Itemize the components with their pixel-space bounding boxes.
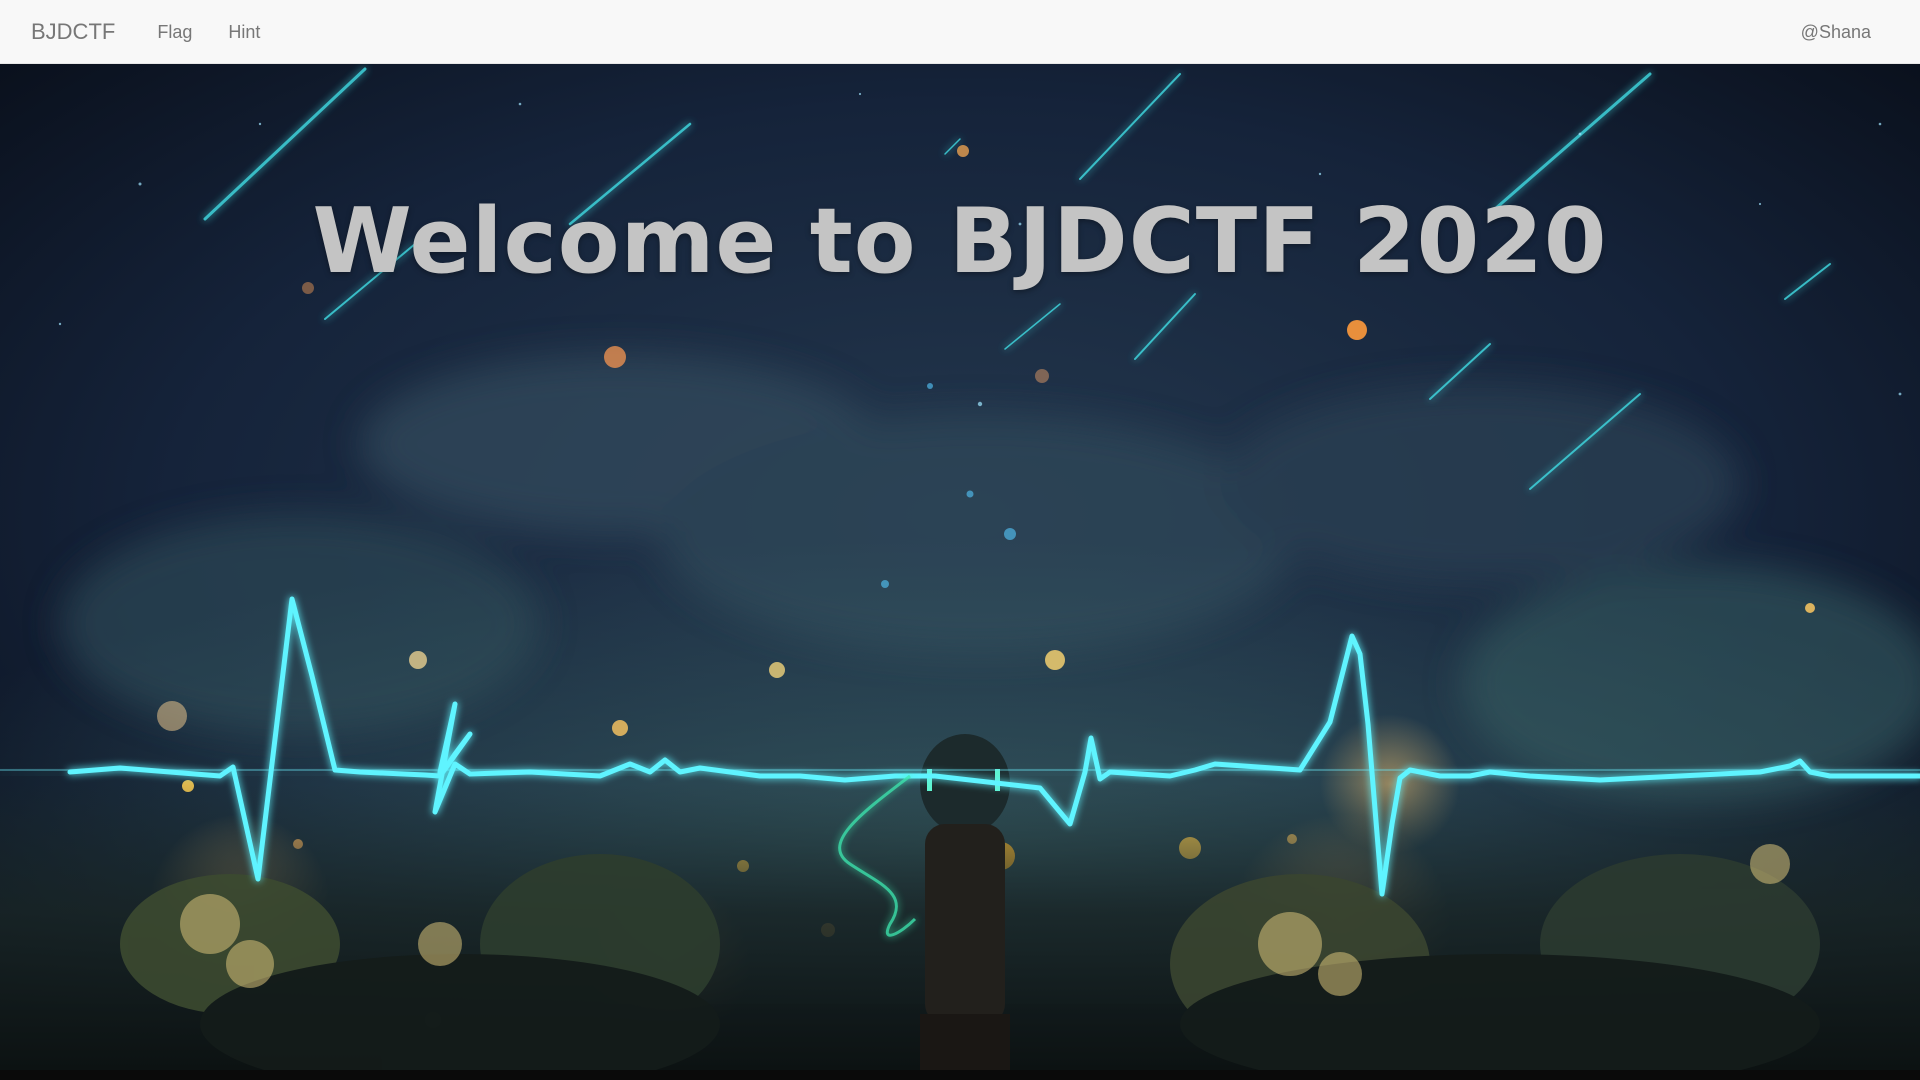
hero-banner: Welcome to BJDCTF 2020 [0, 64, 1920, 1070]
nav-link-flag[interactable]: Flag [139, 0, 210, 64]
bottom-edge [0, 1070, 1920, 1080]
nav-link-hint[interactable]: Hint [210, 0, 278, 64]
nav-links: Flag Hint [139, 0, 278, 64]
top-navbar: BJDCTF Flag Hint @Shana [0, 0, 1920, 64]
brand-link[interactable]: BJDCTF [31, 0, 115, 64]
welcome-title: Welcome to BJDCTF 2020 [312, 189, 1608, 294]
user-link[interactable]: @Shana [1801, 0, 1871, 64]
